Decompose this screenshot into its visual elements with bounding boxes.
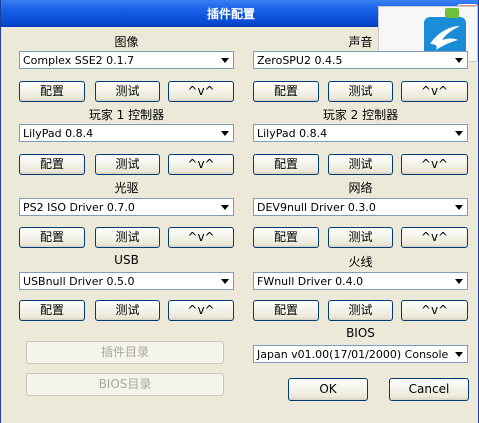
cdvd-test-button[interactable]: 测试 xyxy=(95,227,160,248)
plugin-config-window: 插件配置 图像 Complex SSE2 0.1.7 配置 测试 ^v^ 声音 … xyxy=(0,0,479,423)
pad1-test-button[interactable]: 测试 xyxy=(95,154,160,175)
pad1-label: 玩家 1 控制器 xyxy=(88,108,165,122)
dev9-configure-button[interactable]: 配置 xyxy=(253,227,319,248)
dev9-plugin-value: DEV9null Driver 0.3.0 xyxy=(257,201,376,214)
bios-select[interactable]: Japan v01.00(17/01/2000) Console xyxy=(253,345,468,363)
chevron-down-icon[interactable] xyxy=(452,200,466,214)
chevron-down-icon[interactable] xyxy=(452,53,466,67)
cdvd-about-button[interactable]: ^v^ xyxy=(168,227,234,248)
usb-about-button[interactable]: ^v^ xyxy=(168,300,234,321)
firewire-about-button[interactable]: ^v^ xyxy=(401,300,468,321)
graphics-about-button[interactable]: ^v^ xyxy=(168,81,234,102)
logo-tab-icon xyxy=(445,8,459,18)
pad2-label: 玩家 2 控制器 xyxy=(322,108,399,122)
sound-label: 声音 xyxy=(348,35,373,49)
chevron-down-icon[interactable] xyxy=(452,126,466,140)
sound-plugin-select[interactable]: ZeroSPU2 0.4.5 xyxy=(253,51,468,69)
sound-about-button[interactable]: ^v^ xyxy=(401,81,468,102)
dev9-about-button[interactable]: ^v^ xyxy=(401,227,468,248)
chevron-down-icon[interactable] xyxy=(452,274,466,288)
pad2-plugin-select[interactable]: LilyPad 0.8.4 xyxy=(253,124,468,142)
firewire-label: 火线 xyxy=(348,255,373,269)
pad2-about-button[interactable]: ^v^ xyxy=(401,154,468,175)
usb-label: USB xyxy=(114,253,139,267)
graphics-plugin-select[interactable]: Complex SSE2 0.1.7 xyxy=(19,51,234,69)
pad1-configure-button[interactable]: 配置 xyxy=(19,154,85,175)
chevron-down-icon[interactable] xyxy=(218,274,232,288)
graphics-label: 图像 xyxy=(114,35,139,49)
firewire-plugin-value: FWnull Driver 0.4.0 xyxy=(257,275,364,288)
usb-configure-button[interactable]: 配置 xyxy=(19,300,85,321)
cdvd-label: 光驱 xyxy=(114,181,139,195)
chevron-down-icon[interactable] xyxy=(218,53,232,67)
sound-configure-button[interactable]: 配置 xyxy=(253,81,319,102)
dev9-test-button[interactable]: 测试 xyxy=(328,227,393,248)
graphics-plugin-value: Complex SSE2 0.1.7 xyxy=(23,54,135,67)
cancel-button[interactable]: Cancel xyxy=(389,378,469,401)
firewire-configure-button[interactable]: 配置 xyxy=(253,300,319,321)
bios-dir-button[interactable]: BIOS目录 xyxy=(26,373,224,396)
ok-button[interactable]: OK xyxy=(288,378,368,401)
pad2-configure-button[interactable]: 配置 xyxy=(253,154,319,175)
cdvd-configure-button[interactable]: 配置 xyxy=(19,227,85,248)
plugins-dir-button[interactable]: 插件目录 xyxy=(26,341,224,364)
graphics-test-button[interactable]: 测试 xyxy=(95,81,160,102)
chevron-down-icon[interactable] xyxy=(452,347,466,361)
pad1-plugin-select[interactable]: LilyPad 0.8.4 xyxy=(19,124,234,142)
sound-test-button[interactable]: 测试 xyxy=(328,81,393,102)
dev9-label: 网络 xyxy=(348,181,373,195)
usb-plugin-value: USBnull Driver 0.5.0 xyxy=(23,275,135,288)
bios-label: BIOS xyxy=(346,326,375,340)
cdvd-plugin-select[interactable]: PS2 ISO Driver 0.7.0 xyxy=(19,198,234,216)
pad1-plugin-value: LilyPad 0.8.4 xyxy=(23,127,94,140)
usb-test-button[interactable]: 测试 xyxy=(95,300,160,321)
pad2-test-button[interactable]: 测试 xyxy=(328,154,393,175)
firewire-test-button[interactable]: 测试 xyxy=(328,300,393,321)
sound-plugin-value: ZeroSPU2 0.4.5 xyxy=(257,54,343,67)
bios-value: Japan v01.00(17/01/2000) Console xyxy=(257,348,449,361)
pad1-about-button[interactable]: ^v^ xyxy=(168,154,234,175)
usb-plugin-select[interactable]: USBnull Driver 0.5.0 xyxy=(19,272,234,290)
pad2-plugin-value: LilyPad 0.8.4 xyxy=(257,127,328,140)
graphics-configure-button[interactable]: 配置 xyxy=(19,81,85,102)
firewire-plugin-select[interactable]: FWnull Driver 0.4.0 xyxy=(253,272,468,290)
dev9-plugin-select[interactable]: DEV9null Driver 0.3.0 xyxy=(253,198,468,216)
chevron-down-icon[interactable] xyxy=(218,126,232,140)
chevron-down-icon[interactable] xyxy=(218,200,232,214)
cdvd-plugin-value: PS2 ISO Driver 0.7.0 xyxy=(23,201,135,214)
